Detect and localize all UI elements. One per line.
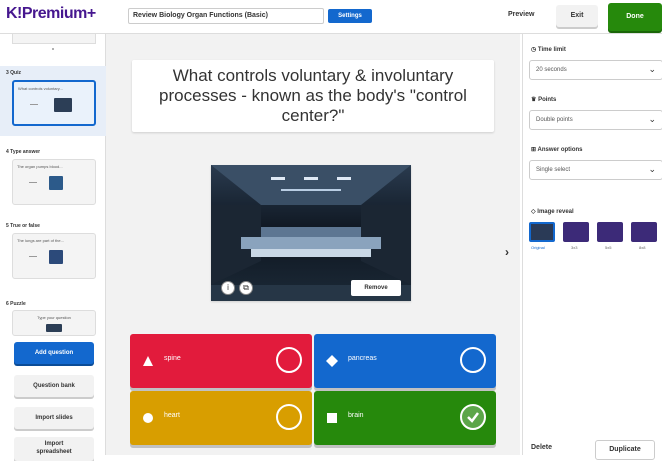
done-button[interactable]: Done xyxy=(608,3,662,31)
answer-text[interactable]: pancreas xyxy=(348,355,377,362)
answer-tile-4[interactable]: brain xyxy=(314,391,496,445)
slide-item-quiz[interactable]: 3 Quiz What controls voluntary... xyxy=(0,66,106,136)
slide-label: 4 Type answer xyxy=(6,149,41,155)
slide-dot xyxy=(52,48,54,50)
reveal-label-original: Original xyxy=(531,245,545,250)
duplicate-button[interactable]: Duplicate xyxy=(595,440,655,460)
reveal-label-3x3: 3x3 xyxy=(571,245,578,250)
thumb-question: Type your question xyxy=(37,315,71,320)
kahoot-title-field[interactable]: Review Biology Organ Functions (Basic) xyxy=(128,8,324,24)
thumb-timer xyxy=(29,256,37,257)
settings-button[interactable]: Settings xyxy=(328,9,372,23)
question-title-box[interactable]: What controls voluntary & involuntary pr… xyxy=(132,60,494,132)
slide-thumbnail[interactable]: Type your question xyxy=(12,310,96,336)
slide-item-puzzle[interactable]: 6 Puzzle Type your question xyxy=(0,298,106,338)
edit-image-icon[interactable]: ⧉ xyxy=(239,281,253,295)
delete-button[interactable]: Delete xyxy=(531,444,552,451)
time-limit-label: ◷ Time limit xyxy=(531,47,566,53)
import-slides-button[interactable]: Import slides xyxy=(14,407,94,429)
thumb-image xyxy=(49,250,63,264)
slide-thumbnail[interactable]: What controls voluntary... xyxy=(12,80,96,126)
answer-tile-3[interactable]: heart xyxy=(130,391,312,445)
answer-options-label: ⊞ Answer options xyxy=(531,147,583,153)
answer-text[interactable]: heart xyxy=(164,412,180,419)
points-value: Double points xyxy=(536,117,573,123)
question-bank-button[interactable]: Question bank xyxy=(14,375,94,397)
slide-item-true-or-false[interactable]: 5 True or false The lungs are part of th… xyxy=(0,220,106,290)
time-limit-value: 20 seconds xyxy=(536,67,567,73)
import-spreadsheet-line1: Import xyxy=(44,441,64,447)
clock-icon: ◷ xyxy=(531,47,537,53)
info-icon[interactable]: i xyxy=(221,281,235,295)
slide-thumbnail[interactable]: The organ pumps blood... xyxy=(12,159,96,205)
triangle-icon xyxy=(143,356,153,366)
chevron-down-icon: ⌄ xyxy=(648,114,656,124)
points-label: ♛ Points xyxy=(531,97,557,103)
image-reveal-label: ◇ Image reveal xyxy=(531,209,574,215)
answer-text[interactable]: brain xyxy=(348,412,364,419)
reveal-option-8x8[interactable] xyxy=(631,222,657,242)
question-text[interactable]: What controls voluntary & involuntary pr… xyxy=(132,60,494,132)
reveal-option-original[interactable] xyxy=(529,222,555,242)
slide-item-type-answer[interactable]: 4 Type answer The organ pumps blood... xyxy=(0,146,106,212)
answer-text[interactable]: spine xyxy=(164,355,181,362)
correct-toggle[interactable] xyxy=(276,347,302,373)
thumb-question: What controls voluntary... xyxy=(18,86,63,91)
reveal-label-5x5: 5x5 xyxy=(605,245,612,250)
grid-icon: ⊞ xyxy=(531,147,537,153)
time-limit-select[interactable]: 20 seconds ⌄ xyxy=(529,60,662,80)
slide-label: 3 Quiz xyxy=(6,70,22,76)
slides-sidebar: 3 Quiz What controls voluntary... 4 Type… xyxy=(0,34,106,461)
previous-slide-thumb[interactable] xyxy=(12,34,96,44)
exit-button[interactable]: Exit xyxy=(556,5,598,27)
thumb-image xyxy=(49,176,63,190)
circle-icon xyxy=(143,413,153,423)
diamond-icon xyxy=(326,355,338,367)
check-icon xyxy=(467,412,479,423)
add-question-button[interactable]: Add question xyxy=(14,342,94,364)
thumb-image xyxy=(54,98,72,112)
chevron-right-icon[interactable]: › xyxy=(505,245,509,259)
slide-label: 6 Puzzle xyxy=(6,301,26,307)
preview-button[interactable]: Preview xyxy=(508,11,534,18)
answer-options-select[interactable]: Single select ⌄ xyxy=(529,160,662,180)
thumb-question: The lungs are part of the... xyxy=(17,238,64,243)
points-select[interactable]: Double points ⌄ xyxy=(529,110,662,130)
brand-logo[interactable]: K!Premium+ xyxy=(6,5,96,23)
correct-toggle[interactable] xyxy=(276,404,302,430)
remove-image-button[interactable]: Remove xyxy=(351,280,401,296)
media-panel[interactable]: i ⧉ Remove xyxy=(211,165,411,301)
reveal-icon: ◇ xyxy=(531,209,536,215)
answer-tile-2[interactable]: pancreas xyxy=(314,334,496,388)
reveal-option-3x3[interactable] xyxy=(563,222,589,242)
import-spreadsheet-button[interactable]: Import spreadsheet xyxy=(14,437,94,461)
slide-thumbnail[interactable]: The lungs are part of the... xyxy=(12,233,96,279)
answer-options-value: Single select xyxy=(536,167,571,173)
square-icon xyxy=(327,413,337,423)
chevron-down-icon: ⌄ xyxy=(648,64,656,74)
reveal-option-5x5[interactable] xyxy=(597,222,623,242)
thumb-image xyxy=(46,324,62,332)
slide-label: 5 True or false xyxy=(6,223,40,229)
chevron-down-icon: ⌄ xyxy=(648,164,656,174)
top-bar: K!Premium+ Review Biology Organ Function… xyxy=(0,0,662,34)
correct-toggle[interactable] xyxy=(460,347,486,373)
thumb-timer xyxy=(29,182,37,183)
reveal-label-8x8: 8x8 xyxy=(639,245,646,250)
thumb-timer xyxy=(30,104,38,105)
answer-tile-1[interactable]: spine xyxy=(130,334,312,388)
correct-toggle-checked[interactable] xyxy=(460,404,486,430)
points-icon: ♛ xyxy=(531,97,537,103)
question-canvas: What controls voluntary & involuntary pr… xyxy=(106,34,520,455)
thumb-question: The organ pumps blood... xyxy=(17,164,63,169)
settings-panel: ◷ Time limit 20 seconds ⌄ ♛ Points Doubl… xyxy=(522,34,662,460)
